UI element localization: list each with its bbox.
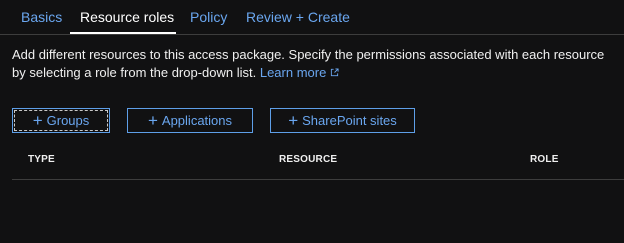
add-groups-button[interactable]: + Groups [12, 108, 110, 133]
tab-policy[interactable]: Policy [190, 8, 227, 26]
tab-basics[interactable]: Basics [21, 8, 62, 26]
column-header-resource: RESOURCE [279, 154, 338, 165]
tab-strip: Basics Resource roles Policy Review + Cr… [0, 0, 624, 35]
add-applications-button[interactable]: + Applications [127, 108, 253, 133]
learn-more-label: Learn more [259, 65, 327, 80]
add-sharepoint-sites-label: SharePoint sites [302, 113, 397, 128]
tab-review-create[interactable]: Review + Create [246, 8, 350, 26]
plus-icon: + [288, 111, 299, 130]
learn-more-link[interactable]: Learn more [260, 65, 339, 80]
add-groups-label: Groups [46, 113, 90, 128]
plus-icon: + [147, 111, 158, 130]
add-applications-label: Applications [161, 113, 233, 128]
active-tab-indicator [70, 32, 176, 34]
description: Add different resources to this access p… [12, 46, 616, 82]
add-sharepoint-sites-button[interactable]: + SharePoint sites [270, 108, 415, 133]
table-header-divider [12, 179, 624, 180]
plus-icon: + [32, 111, 43, 130]
tab-resource-roles[interactable]: Resource roles [80, 8, 174, 26]
resource-roles-panel: Basics Resource roles Policy Review + Cr… [0, 0, 624, 243]
column-header-type: TYPE [28, 154, 55, 165]
external-link-icon [331, 68, 339, 77]
column-header-role: ROLE [530, 154, 559, 165]
